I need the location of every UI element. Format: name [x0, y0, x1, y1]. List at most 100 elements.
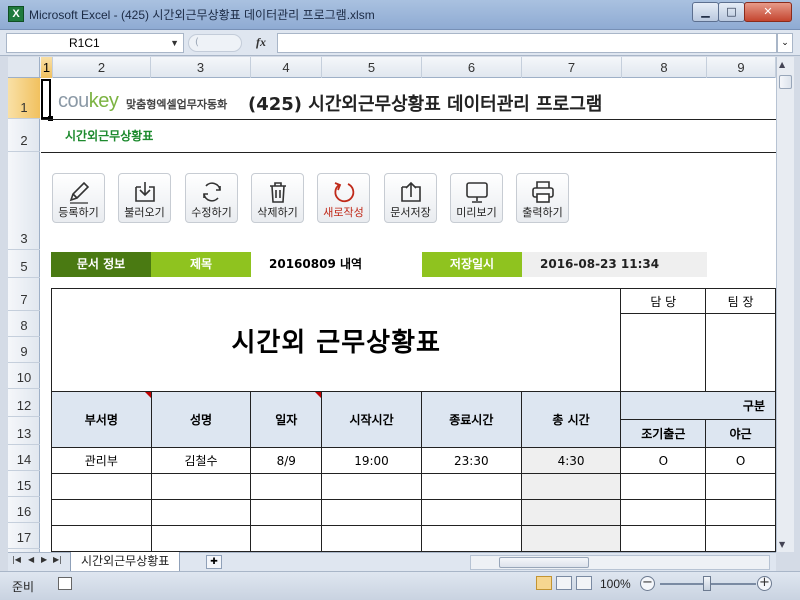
edit-button[interactable]: 수정하기	[185, 173, 238, 223]
cell-date[interactable]	[250, 525, 323, 552]
column-header[interactable]: 6	[422, 57, 522, 78]
close-button[interactable]: ✕	[744, 2, 792, 22]
row-header[interactable]: 9	[8, 337, 40, 363]
new-document-button[interactable]: 새로작성	[317, 173, 370, 223]
cell-end[interactable]: 23:30	[420, 447, 522, 474]
preview-button[interactable]: 미리보기	[450, 173, 503, 223]
column-header[interactable]: 2	[53, 57, 151, 78]
horizontal-scrollbar[interactable]	[470, 555, 770, 570]
zoom-level[interactable]: 100%	[600, 577, 631, 591]
cell-early[interactable]	[620, 525, 707, 552]
column-header[interactable]: 1	[41, 57, 53, 78]
vertical-scroll-thumb[interactable]	[779, 75, 792, 89]
insert-function-icon[interactable]: fx	[256, 35, 266, 50]
row-header[interactable]: 8	[8, 311, 40, 337]
normal-view-button[interactable]	[536, 576, 552, 590]
column-header[interactable]: 4	[251, 57, 322, 78]
zoom-out-button[interactable]: −	[640, 576, 655, 591]
row-header[interactable]: 3	[8, 152, 40, 250]
column-header[interactable]: 8	[622, 57, 707, 78]
column-header[interactable]: 9	[707, 57, 776, 78]
column-header[interactable]: 5	[322, 57, 422, 78]
page-layout-view-button[interactable]	[556, 576, 572, 590]
cell-name[interactable]	[150, 525, 252, 552]
prev-sheet-icon[interactable]: ◀	[28, 555, 34, 564]
cell-dept[interactable]: 관리부	[51, 447, 152, 474]
cell-end[interactable]	[420, 473, 522, 500]
print-button[interactable]: 출력하기	[516, 173, 569, 223]
cell-total[interactable]: 4:30	[520, 447, 622, 474]
cell-end[interactable]	[420, 525, 522, 552]
horizontal-scroll-thumb[interactable]	[499, 557, 589, 568]
preview-icon	[465, 182, 488, 203]
sheet-tab-active[interactable]: 시간외근무상황표	[70, 552, 181, 572]
row-header[interactable]: 16	[8, 497, 40, 523]
cell-name[interactable]	[150, 499, 252, 526]
row-header[interactable]: 13	[8, 417, 40, 445]
save-document-button[interactable]: 문서저장	[384, 173, 437, 223]
cell-date[interactable]	[250, 473, 323, 500]
cell-total[interactable]	[520, 473, 622, 500]
cell-night[interactable]	[705, 473, 776, 500]
maximize-button[interactable]: □	[718, 2, 745, 22]
register-button[interactable]: 등록하기	[52, 173, 105, 223]
select-all-corner[interactable]	[8, 57, 40, 78]
cell-night[interactable]	[705, 499, 776, 526]
row-header[interactable]: 15	[8, 471, 40, 497]
cell-night[interactable]	[705, 525, 776, 552]
cell-early[interactable]	[620, 499, 707, 526]
next-sheet-icon[interactable]: ▶	[41, 555, 47, 564]
approval-sign-box[interactable]	[705, 313, 776, 392]
load-button[interactable]: 불러오기	[118, 173, 171, 223]
zoom-slider-thumb[interactable]	[703, 576, 711, 591]
first-sheet-icon[interactable]: |◀	[12, 555, 21, 564]
insert-sheet-icon[interactable]: ✚	[206, 555, 222, 569]
chevron-down-icon[interactable]: ▼	[170, 34, 179, 52]
cell-start[interactable]	[321, 499, 422, 526]
zoom-in-button[interactable]: +	[757, 576, 772, 591]
formula-input[interactable]	[277, 33, 777, 53]
cell-total[interactable]	[520, 499, 622, 526]
window-title: Microsoft Excel - (425) 시간외근무상황표 데이터관리 프…	[29, 8, 375, 22]
minimize-button[interactable]: ▁	[692, 2, 719, 22]
excel-app-icon[interactable]: X	[8, 6, 24, 22]
row-header[interactable]: 1	[8, 78, 40, 119]
cell-end[interactable]	[420, 499, 522, 526]
cell-night[interactable]: O	[705, 447, 776, 474]
cell-total[interactable]	[520, 525, 622, 552]
cell-dept[interactable]	[51, 473, 152, 500]
cell-start[interactable]	[321, 473, 422, 500]
last-sheet-icon[interactable]: ▶|	[53, 555, 62, 564]
row-header[interactable]: 14	[8, 445, 40, 471]
cell-start[interactable]	[321, 525, 422, 552]
approval-sign-box[interactable]	[620, 313, 707, 392]
title-value[interactable]: 20160809 내역	[251, 252, 421, 277]
cell-name[interactable]: 김철수	[150, 447, 252, 474]
cell-early[interactable]: O	[620, 447, 707, 474]
row-header[interactable]: 10	[8, 363, 40, 389]
vertical-scrollbar[interactable]: ▲ ▼	[776, 57, 794, 552]
row-header[interactable]: 7	[8, 285, 40, 311]
cell-date[interactable]: 8/9	[250, 447, 323, 474]
delete-button[interactable]: 삭제하기	[251, 173, 304, 223]
expand-formula-bar-icon[interactable]: ⌄	[777, 33, 793, 53]
page-break-view-button[interactable]	[576, 576, 592, 590]
scroll-up-icon[interactable]: ▲	[779, 60, 785, 69]
column-header[interactable]: 3	[151, 57, 251, 78]
column-header[interactable]: 7	[522, 57, 622, 78]
cell-dept[interactable]	[51, 499, 152, 526]
cell-date[interactable]	[250, 499, 323, 526]
cell-start[interactable]: 19:00	[321, 447, 422, 474]
row-header[interactable]: 17	[8, 523, 40, 549]
row-header[interactable]: 5	[8, 250, 40, 278]
scroll-down-icon[interactable]: ▼	[779, 540, 785, 549]
cell-name[interactable]	[150, 473, 252, 500]
cell-early[interactable]	[620, 473, 707, 500]
cell-dept[interactable]	[51, 525, 152, 552]
active-cell-selection[interactable]	[41, 79, 51, 119]
row-header[interactable]: 12	[8, 389, 40, 417]
worksheet-grid[interactable]: 1 2 3 4 5 6 7 8 9 1 2 3 5 7 8 9 10 12 13…	[8, 57, 776, 552]
name-box[interactable]: R1C1 ▼	[6, 33, 184, 53]
macro-record-icon[interactable]	[58, 577, 72, 590]
row-header[interactable]: 2	[8, 119, 40, 152]
